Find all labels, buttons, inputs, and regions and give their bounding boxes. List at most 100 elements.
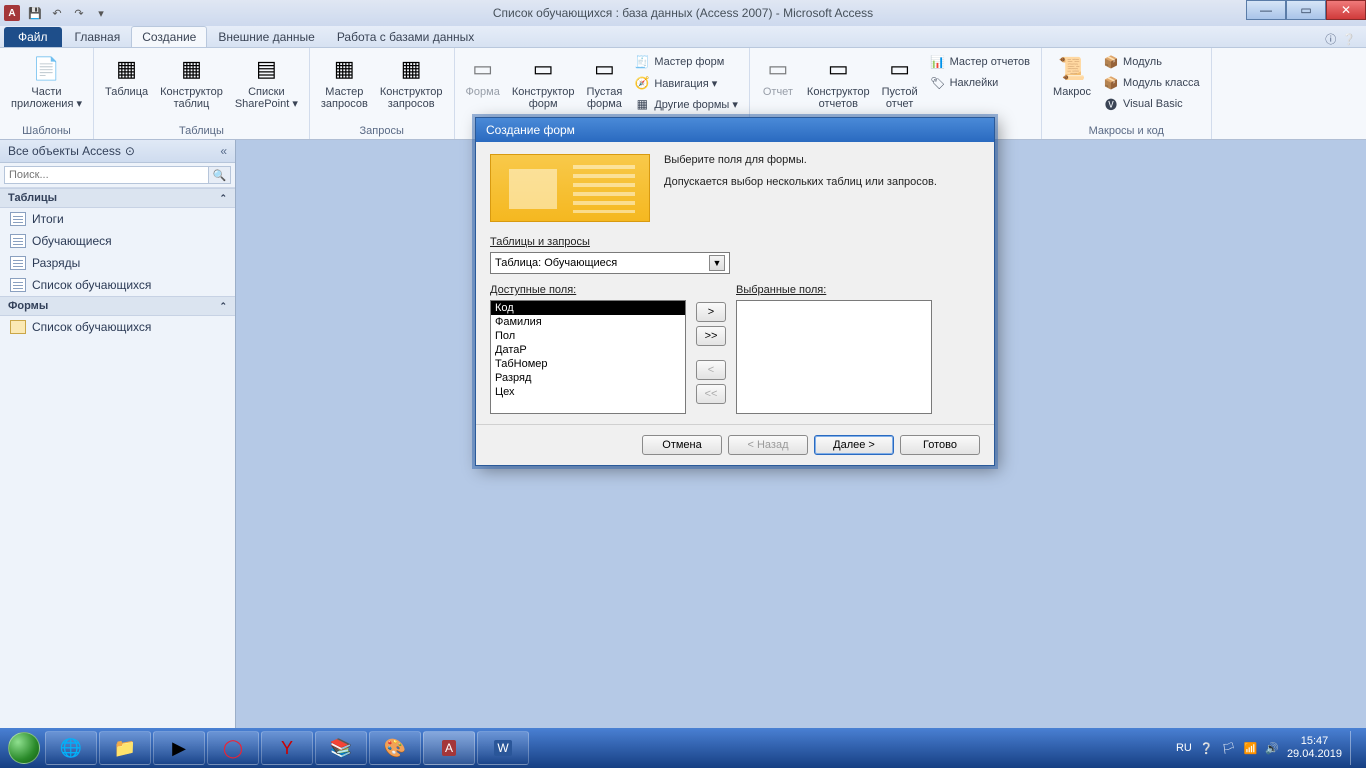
table-icon xyxy=(10,256,26,270)
ribbon-navigation[interactable]: 🧭Навигация ▾ xyxy=(629,73,743,93)
ribbon-visual-basic[interactable]: 🅥 Visual Basic xyxy=(1098,94,1205,114)
other-forms-label: Другие формы ▾ xyxy=(654,98,738,111)
show-desktop-button[interactable] xyxy=(1350,731,1358,765)
collapse-icon[interactable]: « xyxy=(220,144,227,158)
cancel-button[interactable]: Отмена xyxy=(642,435,722,455)
list-item[interactable]: Цех xyxy=(491,385,685,399)
tab-создание[interactable]: Создание xyxy=(131,26,207,47)
search-input[interactable] xyxy=(4,166,209,184)
taskbar-opera[interactable]: ◯ xyxy=(207,731,259,765)
available-fields-list[interactable]: КодФамилияПолДатаРТабНомерРазрядЦех xyxy=(490,300,686,414)
redo-icon[interactable]: ↷ xyxy=(70,4,88,22)
nav-section-Таблицы[interactable]: Таблицы⌃ xyxy=(0,188,235,208)
list-item[interactable]: ДатаР xyxy=(491,343,685,357)
list-item[interactable]: Код xyxy=(491,301,685,315)
undo-icon[interactable]: ↶ xyxy=(48,4,66,22)
blank-report-label: Пустой отчет xyxy=(882,86,918,110)
finish-button[interactable]: Готово xyxy=(900,435,980,455)
nav-item[interactable]: Разряды xyxy=(0,252,235,274)
visual-basic-icon: 🅥 xyxy=(1103,96,1119,112)
ribbon-sharepoint-lists[interactable]: ▤Списки SharePoint ▾ xyxy=(230,50,303,113)
move-all-right-button[interactable]: >> xyxy=(696,326,726,346)
tray-volume-icon[interactable]: 🔊 xyxy=(1265,742,1279,755)
tables-queries-combo[interactable]: Таблица: Обучающиеся ▼ xyxy=(490,252,730,274)
ribbon-blank-form[interactable]: ▭Пустая форма xyxy=(582,50,628,113)
next-button[interactable]: Далее > xyxy=(814,435,894,455)
report-design-label: Конструктор отчетов xyxy=(807,86,870,110)
nav-item[interactable]: Список обучающихся xyxy=(0,316,235,338)
ribbon-form-design[interactable]: ▭Конструктор форм xyxy=(507,50,580,113)
taskbar-access[interactable]: A xyxy=(423,731,475,765)
ribbon-report-wizard[interactable]: 📊Мастер отчетов xyxy=(925,52,1035,72)
taskbar-explorer[interactable]: 📁 xyxy=(99,731,151,765)
ribbon-other-forms[interactable]: ▦Другие формы ▾ xyxy=(629,94,743,114)
wizard-instruction-1: Выберите поля для формы. xyxy=(664,154,937,166)
file-tab[interactable]: Файл xyxy=(4,27,62,47)
tray-flag-icon[interactable]: 🏳 xyxy=(1222,742,1236,755)
nav-dropdown-icon[interactable]: ⊙ xyxy=(125,144,135,158)
labels-icon: 🏷 xyxy=(930,75,946,91)
tab-внешние данные[interactable]: Внешние данные xyxy=(207,26,326,47)
taskbar-media[interactable]: ▶ xyxy=(153,731,205,765)
taskbar-word[interactable]: W xyxy=(477,731,529,765)
module-icon: 📦 xyxy=(1103,54,1119,70)
minimize-button[interactable]: ― xyxy=(1246,0,1286,20)
ribbon-macro[interactable]: 📜Макрос xyxy=(1048,50,1096,101)
ribbon-group-Шаблоны: Шаблоны xyxy=(6,124,87,139)
ribbon-table-design[interactable]: ▦Конструктор таблиц xyxy=(155,50,228,113)
titlebar: A 💾 ↶ ↷ ▾ Список обучающихся : база данн… xyxy=(0,0,1366,26)
tab-работа с базами данных[interactable]: Работа с базами данных xyxy=(326,26,485,47)
help-icon[interactable]: ❔ xyxy=(1342,33,1356,46)
nav-item[interactable]: Обучающиеся xyxy=(0,230,235,252)
start-button[interactable] xyxy=(4,728,44,768)
ribbon-form[interactable]: ▭Форма xyxy=(461,50,505,101)
ribbon-query-wizard[interactable]: ▦Мастер запросов xyxy=(316,50,373,113)
chevron-down-icon[interactable]: ▼ xyxy=(709,255,725,271)
ribbon-form-wizard[interactable]: 🧾Мастер форм xyxy=(629,52,743,72)
taskbar-winrar[interactable]: 📚 xyxy=(315,731,367,765)
save-icon[interactable]: 💾 xyxy=(26,4,44,22)
nav-pane-title: Все объекты Access xyxy=(8,144,121,158)
ribbon-labels[interactable]: 🏷Наклейки xyxy=(925,73,1035,93)
query-design-icon: ▦ xyxy=(395,53,427,85)
minimize-ribbon-icon[interactable]: ⓘ xyxy=(1325,31,1336,47)
list-item[interactable]: ТабНомер xyxy=(491,357,685,371)
ribbon-class-module[interactable]: 📦Модуль класса xyxy=(1098,73,1205,93)
close-button[interactable]: ✕ xyxy=(1326,0,1366,20)
lang-indicator[interactable]: RU xyxy=(1176,742,1192,754)
selected-fields-list[interactable] xyxy=(736,300,932,414)
ribbon-report-design[interactable]: ▭Конструктор отчетов xyxy=(802,50,875,113)
move-left-button[interactable]: < xyxy=(696,360,726,380)
taskbar-paint[interactable]: 🎨 xyxy=(369,731,421,765)
list-item[interactable]: Пол xyxy=(491,329,685,343)
tray-network-icon[interactable]: 📶 xyxy=(1244,742,1258,755)
ribbon-module[interactable]: 📦Модуль xyxy=(1098,52,1205,72)
app-icon: A xyxy=(4,5,20,21)
nav-item[interactable]: Итоги xyxy=(0,208,235,230)
nav-item[interactable]: Список обучающихся xyxy=(0,274,235,296)
tab-главная[interactable]: Главная xyxy=(64,26,132,47)
back-button[interactable]: < Назад xyxy=(728,435,808,455)
nav-pane-header[interactable]: Все объекты Access ⊙ « xyxy=(0,140,235,163)
ribbon-blank-report[interactable]: ▭Пустой отчет xyxy=(877,50,923,113)
search-icon[interactable]: 🔍 xyxy=(209,166,231,184)
ribbon-app-parts[interactable]: 📄Части приложения ▾ xyxy=(6,50,87,113)
taskbar-ie[interactable]: 🌐 xyxy=(45,731,97,765)
ribbon-report[interactable]: ▭Отчет xyxy=(756,50,800,101)
available-fields-label: Доступные поля: xyxy=(490,284,686,296)
list-item[interactable]: Фамилия xyxy=(491,315,685,329)
list-item[interactable]: Разряд xyxy=(491,371,685,385)
ribbon-table[interactable]: ▦Таблица xyxy=(100,50,153,101)
move-right-button[interactable]: > xyxy=(696,302,726,322)
ribbon-query-design[interactable]: ▦Конструктор запросов xyxy=(375,50,448,113)
nav-section-Формы[interactable]: Формы⌃ xyxy=(0,296,235,316)
move-all-left-button[interactable]: << xyxy=(696,384,726,404)
clock[interactable]: 15:47 29.04.2019 xyxy=(1287,735,1342,761)
query-design-label: Конструктор запросов xyxy=(380,86,443,110)
maximize-button[interactable]: ▭ xyxy=(1286,0,1326,20)
form-wizard-label: Мастер форм xyxy=(654,56,724,68)
qat-dropdown-icon[interactable]: ▾ xyxy=(92,4,110,22)
taskbar-yandex[interactable]: Y xyxy=(261,731,313,765)
tray-help-icon[interactable]: ❔ xyxy=(1200,742,1214,755)
visual-basic-label: Visual Basic xyxy=(1123,98,1183,110)
